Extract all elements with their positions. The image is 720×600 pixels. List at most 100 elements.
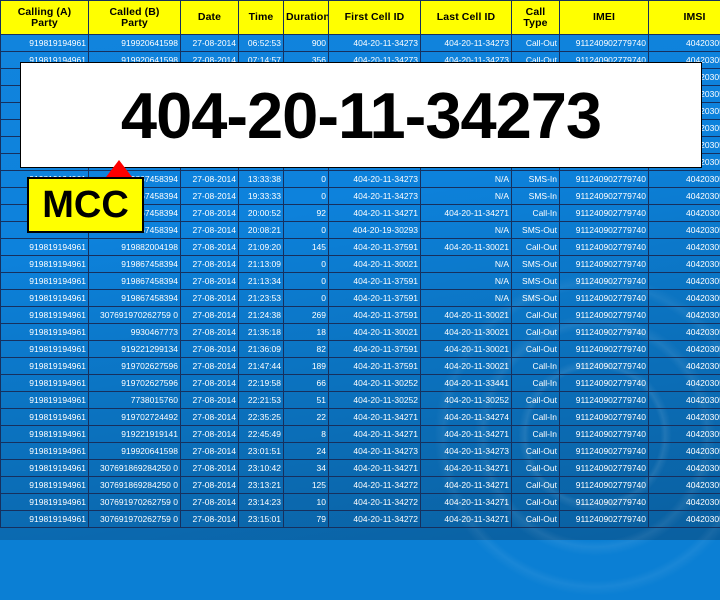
cell-duration[interactable]: 34	[284, 460, 329, 477]
cell-time[interactable]: 20:08:21	[239, 222, 284, 239]
cell-imsi[interactable]: 40420305264	[649, 35, 720, 52]
column-header-first-cell-id[interactable]: First Cell ID	[329, 1, 421, 35]
cell-last-cell-id[interactable]: 404-20-11-30021	[421, 358, 512, 375]
cell-time[interactable]: 21:36:09	[239, 341, 284, 358]
cell-imei[interactable]: 911240902779740	[560, 307, 649, 324]
cell-last-cell-id[interactable]: N/A	[421, 290, 512, 307]
cell-calling-party[interactable]: 919819194961	[1, 358, 89, 375]
cell-time[interactable]: 23:10:42	[239, 460, 284, 477]
table-row[interactable]: 91981919496191986745839427-08-201421:13:…	[1, 256, 720, 273]
cell-time[interactable]: 21:13:34	[239, 273, 284, 290]
cell-date[interactable]: 27-08-2014	[181, 239, 239, 256]
cell-time[interactable]: 19:33:33	[239, 188, 284, 205]
column-header-calling-party[interactable]: Calling (A)Party	[1, 1, 89, 35]
cell-called-party[interactable]: 919221299134	[89, 341, 181, 358]
cell-imei[interactable]: 911240902779740	[560, 188, 649, 205]
table-row[interactable]: 91981919496191922191914127-08-201422:45:…	[1, 426, 720, 443]
cell-first-cell-id[interactable]: 404-20-11-34273	[329, 35, 421, 52]
cell-called-party[interactable]: 919920641598	[89, 443, 181, 460]
cell-call-type[interactable]: SMS-In	[512, 171, 560, 188]
table-row[interactable]: 91981919496191970262759627-08-201421:47:…	[1, 358, 720, 375]
cell-date[interactable]: 27-08-2014	[181, 222, 239, 239]
cell-duration[interactable]: 145	[284, 239, 329, 256]
cell-calling-party[interactable]: 919819194961	[1, 409, 89, 426]
cell-time[interactable]: 21:35:18	[239, 324, 284, 341]
cell-time[interactable]: 23:15:01	[239, 511, 284, 528]
cell-called-party[interactable]: 307691970262759 0	[89, 511, 181, 528]
cell-called-party[interactable]: 919702627596	[89, 358, 181, 375]
cell-calling-party[interactable]: 919819194961	[1, 443, 89, 460]
cell-first-cell-id[interactable]: 404-20-11-34272	[329, 494, 421, 511]
cell-imei[interactable]: 911240902779740	[560, 460, 649, 477]
cell-called-party[interactable]: 919702627596	[89, 375, 181, 392]
table-row[interactable]: 919819194961307691970262759 027-08-20142…	[1, 511, 720, 528]
cell-first-cell-id[interactable]: 404-20-11-37591	[329, 341, 421, 358]
cell-date[interactable]: 27-08-2014	[181, 409, 239, 426]
cell-imei[interactable]: 911240902779740	[560, 324, 649, 341]
cell-time[interactable]: 21:23:53	[239, 290, 284, 307]
cell-imei[interactable]: 911240902779740	[560, 256, 649, 273]
cell-date[interactable]: 27-08-2014	[181, 341, 239, 358]
cell-first-cell-id[interactable]: 404-20-11-30252	[329, 392, 421, 409]
cell-call-type[interactable]: Call-Out	[512, 239, 560, 256]
cell-date[interactable]: 27-08-2014	[181, 307, 239, 324]
cell-first-cell-id[interactable]: 404-20-19-30293	[329, 222, 421, 239]
cell-imsi[interactable]: 40420305264	[649, 222, 720, 239]
cell-duration[interactable]: 66	[284, 375, 329, 392]
cell-date[interactable]: 27-08-2014	[181, 392, 239, 409]
table-row[interactable]: 919819194961307691869284250 027-08-20142…	[1, 477, 720, 494]
table-row[interactable]: 919819194961993046777327-08-201421:35:18…	[1, 324, 720, 341]
cell-last-cell-id[interactable]: 404-20-11-30021	[421, 239, 512, 256]
cell-imei[interactable]: 911240902779740	[560, 341, 649, 358]
cell-call-type[interactable]: Call-In	[512, 205, 560, 222]
cell-call-type[interactable]: Call-Out	[512, 324, 560, 341]
cell-duration[interactable]: 125	[284, 477, 329, 494]
cell-first-cell-id[interactable]: 404-20-11-37591	[329, 358, 421, 375]
cell-imsi[interactable]: 40420305264	[649, 409, 720, 426]
cell-imei[interactable]: 911240902779740	[560, 511, 649, 528]
cell-duration[interactable]: 269	[284, 307, 329, 324]
cell-last-cell-id[interactable]: 404-20-11-33441	[421, 375, 512, 392]
cell-imei[interactable]: 911240902779740	[560, 409, 649, 426]
cell-call-type[interactable]: Call-Out	[512, 35, 560, 52]
cell-duration[interactable]: 0	[284, 188, 329, 205]
cell-date[interactable]: 27-08-2014	[181, 205, 239, 222]
cell-calling-party[interactable]: 919819194961	[1, 375, 89, 392]
column-header-imei[interactable]: IMEI	[560, 1, 649, 35]
cell-date[interactable]: 27-08-2014	[181, 460, 239, 477]
column-header-called-party[interactable]: Called (B)Party	[89, 1, 181, 35]
column-header-time[interactable]: Time	[239, 1, 284, 35]
cell-imei[interactable]: 911240902779740	[560, 35, 649, 52]
cell-time[interactable]: 23:01:51	[239, 443, 284, 460]
cell-call-type[interactable]: Call-In	[512, 426, 560, 443]
cell-date[interactable]: 27-08-2014	[181, 171, 239, 188]
cell-calling-party[interactable]: 919819194961	[1, 307, 89, 324]
cell-calling-party[interactable]: 919819194961	[1, 256, 89, 273]
table-row[interactable]: 919819194961307691970262759 027-08-20142…	[1, 494, 720, 511]
table-row[interactable]: 91981919496191992064159827-08-201423:01:…	[1, 443, 720, 460]
cell-imei[interactable]: 911240902779740	[560, 222, 649, 239]
cell-last-cell-id[interactable]: 404-20-11-34271	[421, 477, 512, 494]
cell-calling-party[interactable]: 919819194961	[1, 392, 89, 409]
cell-time[interactable]: 23:14:23	[239, 494, 284, 511]
cell-imsi[interactable]: 40420305264	[649, 324, 720, 341]
cell-last-cell-id[interactable]: 404-20-11-30021	[421, 307, 512, 324]
cell-first-cell-id[interactable]: 404-20-11-34273	[329, 443, 421, 460]
cell-first-cell-id[interactable]: 404-20-11-34271	[329, 426, 421, 443]
cell-time[interactable]: 21:09:20	[239, 239, 284, 256]
cell-first-cell-id[interactable]: 404-20-11-34272	[329, 511, 421, 528]
cell-first-cell-id[interactable]: 404-20-11-34272	[329, 477, 421, 494]
cell-time[interactable]: 21:24:38	[239, 307, 284, 324]
cell-date[interactable]: 27-08-2014	[181, 35, 239, 52]
cell-call-type[interactable]: Call-Out	[512, 511, 560, 528]
cell-date[interactable]: 27-08-2014	[181, 358, 239, 375]
cell-time[interactable]: 20:00:52	[239, 205, 284, 222]
cell-first-cell-id[interactable]: 404-20-11-34271	[329, 460, 421, 477]
cell-first-cell-id[interactable]: 404-20-11-34273	[329, 188, 421, 205]
cell-date[interactable]: 27-08-2014	[181, 426, 239, 443]
cell-first-cell-id[interactable]: 404-20-11-34271	[329, 409, 421, 426]
column-header-duration[interactable]: Duration	[284, 1, 329, 35]
cell-called-party[interactable]: 7738015760	[89, 392, 181, 409]
cell-called-party[interactable]: 307691970262759 0	[89, 307, 181, 324]
cell-imsi[interactable]: 40420305264	[649, 358, 720, 375]
